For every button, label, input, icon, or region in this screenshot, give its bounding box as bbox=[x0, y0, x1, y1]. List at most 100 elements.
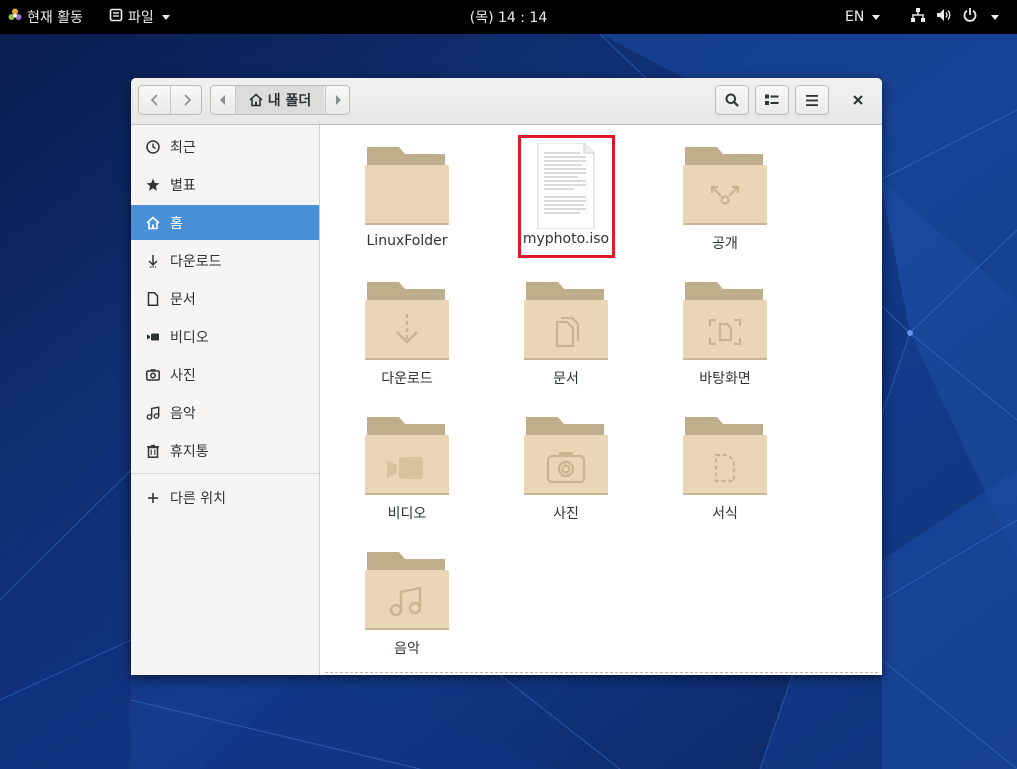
app-menu-label: 파일 bbox=[128, 10, 154, 26]
home-icon bbox=[145, 215, 161, 231]
view-list-button[interactable] bbox=[755, 85, 789, 115]
music-icon bbox=[145, 405, 161, 421]
folder-templates-icon bbox=[683, 415, 767, 497]
top-bar: 현재 활동 파일 (목) 14 : 14 EN bbox=[0, 0, 1017, 34]
file-item-music[interactable]: 음악 bbox=[357, 550, 457, 658]
chevron-down-icon bbox=[161, 14, 170, 20]
sidebar-item-label: 다른 위치 bbox=[170, 490, 226, 507]
folder-music-icon bbox=[365, 550, 449, 632]
history-nav bbox=[138, 85, 202, 115]
sidebar-item-home[interactable]: 홈 bbox=[131, 205, 319, 240]
files-app-icon bbox=[109, 8, 123, 26]
file-view: LinuxFolder myphoto.iso 공개 다운로드 문서 바탕화면 … bbox=[320, 125, 882, 675]
document-icon bbox=[145, 291, 161, 307]
clock-icon bbox=[145, 139, 161, 155]
chevron-down-icon bbox=[872, 14, 881, 20]
folder-download-icon bbox=[365, 280, 449, 362]
sidebar-item-other-locations[interactable]: 다른 위치 bbox=[131, 480, 319, 515]
file-item-documents[interactable]: 문서 bbox=[516, 280, 616, 388]
path-scroll-left-button[interactable] bbox=[211, 86, 236, 114]
sidebar-item-downloads[interactable]: 다운로드 bbox=[131, 243, 319, 278]
sidebar-item-starred[interactable]: 별표 bbox=[131, 167, 319, 202]
file-name: 비디오 bbox=[387, 506, 427, 522]
file-name: 문서 bbox=[553, 371, 579, 387]
sidebar-item-label: 홈 bbox=[170, 215, 183, 232]
triangle-right-icon bbox=[336, 95, 341, 105]
file-item-pictures[interactable]: 사진 bbox=[516, 415, 616, 523]
file-name: 바탕화면 bbox=[699, 371, 751, 387]
chevron-right-icon bbox=[183, 94, 191, 106]
hamburger-menu-icon bbox=[806, 94, 818, 106]
trash-icon bbox=[145, 443, 161, 459]
path-bar: 내 폴더 bbox=[210, 85, 350, 115]
sidebar-item-label: 휴지통 bbox=[170, 443, 209, 460]
sidebar-item-videos[interactable]: 비디오 bbox=[131, 319, 319, 354]
app-menu-button[interactable]: 파일 bbox=[109, 0, 170, 34]
selection-highlight bbox=[518, 135, 615, 258]
search-icon bbox=[725, 93, 739, 107]
chevron-down-icon bbox=[991, 14, 999, 20]
sidebar-item-pictures[interactable]: 사진 bbox=[131, 357, 319, 392]
view-list-icon bbox=[765, 94, 779, 105]
folder-public-icon bbox=[683, 145, 767, 227]
activities-icon bbox=[8, 8, 22, 26]
activities-button[interactable]: 현재 활동 bbox=[8, 0, 83, 34]
sidebar-item-label: 최근 bbox=[170, 139, 196, 156]
sidebar-item-documents[interactable]: 문서 bbox=[131, 281, 319, 316]
sidebar-item-recent[interactable]: 최근 bbox=[131, 129, 319, 164]
drop-zone-border bbox=[325, 672, 878, 673]
chevron-left-icon bbox=[150, 94, 158, 106]
back-button[interactable] bbox=[139, 86, 171, 114]
file-item-downloads[interactable]: 다운로드 bbox=[357, 280, 457, 388]
file-name: 공개 bbox=[712, 236, 738, 252]
network-wired-icon bbox=[910, 7, 926, 27]
language-menu-button[interactable]: EN bbox=[845, 0, 881, 34]
file-item-public[interactable]: 공개 bbox=[675, 145, 775, 253]
sidebar: 최근 별표 홈 다운로드 문서 비디오 사진 음악 휴지통 다른 위치 bbox=[131, 125, 320, 675]
file-item-desktop[interactable]: 바탕화면 bbox=[675, 280, 775, 388]
path-scroll-right-button[interactable] bbox=[325, 86, 350, 114]
file-item-videos[interactable]: 비디오 bbox=[357, 415, 457, 523]
forward-button[interactable] bbox=[171, 86, 202, 114]
sidebar-item-label: 음악 bbox=[170, 405, 196, 422]
files-window: 내 폴더 최근 별표 홈 다운로드 문서 비디오 사진 음악 휴지통 다른 위치… bbox=[131, 78, 882, 675]
folder-video-icon bbox=[365, 415, 449, 497]
file-name: 서식 bbox=[712, 506, 738, 522]
file-item-templates[interactable]: 서식 bbox=[675, 415, 775, 523]
plus-icon bbox=[145, 490, 161, 506]
power-icon bbox=[962, 7, 978, 27]
file-name: 다운로드 bbox=[381, 371, 433, 387]
system-status-menu[interactable] bbox=[910, 0, 999, 34]
header-bar: 내 폴더 bbox=[131, 78, 882, 125]
clock-button[interactable]: (목) 14 : 14 bbox=[470, 7, 548, 27]
file-name: 사진 bbox=[553, 506, 579, 522]
hamburger-menu-button[interactable] bbox=[795, 85, 829, 115]
close-window-button[interactable] bbox=[843, 85, 873, 115]
sidebar-item-music[interactable]: 음악 bbox=[131, 395, 319, 430]
folder-desktop-icon bbox=[683, 280, 767, 362]
breadcrumb-home[interactable]: 내 폴더 bbox=[236, 86, 324, 114]
sidebar-item-label: 다운로드 bbox=[170, 253, 222, 270]
file-item-linuxfolder[interactable]: LinuxFolder bbox=[357, 145, 457, 249]
triangle-left-icon bbox=[220, 95, 225, 105]
folder-documents-icon bbox=[524, 280, 608, 362]
sidebar-item-label: 사진 bbox=[170, 367, 196, 384]
download-icon bbox=[145, 253, 161, 269]
volume-icon bbox=[936, 7, 952, 27]
activities-label: 현재 활동 bbox=[27, 10, 83, 26]
sidebar-item-trash[interactable]: 휴지통 bbox=[131, 433, 319, 468]
video-icon bbox=[145, 329, 161, 345]
sidebar-divider bbox=[131, 473, 319, 474]
folder-icon bbox=[365, 145, 449, 227]
home-icon bbox=[249, 93, 263, 107]
folder-pictures-icon bbox=[524, 415, 608, 497]
sidebar-item-label: 문서 bbox=[170, 291, 196, 308]
sidebar-item-label: 비디오 bbox=[170, 329, 209, 346]
file-name: 음악 bbox=[394, 641, 420, 657]
sidebar-item-label: 별표 bbox=[170, 177, 196, 194]
camera-icon bbox=[145, 367, 161, 383]
file-name: LinuxFolder bbox=[366, 233, 448, 249]
language-label: EN bbox=[845, 9, 865, 25]
search-button[interactable] bbox=[715, 85, 749, 115]
close-icon bbox=[853, 95, 863, 105]
